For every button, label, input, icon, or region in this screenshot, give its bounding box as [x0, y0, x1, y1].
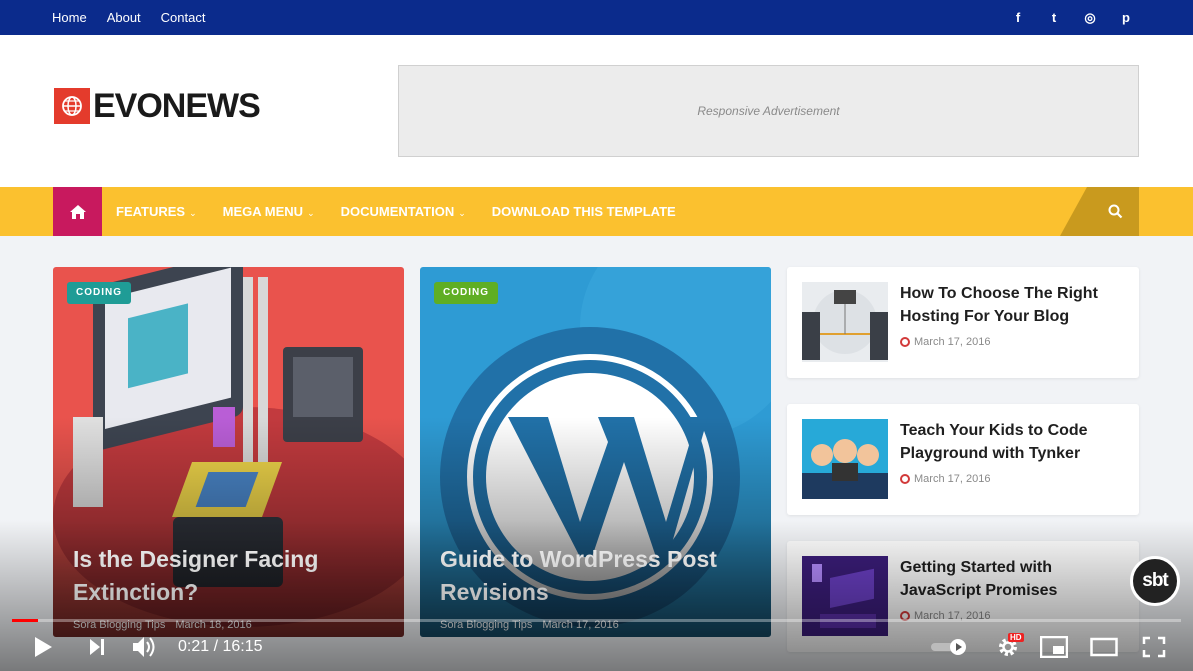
channel-badge-text: sbt [1142, 570, 1168, 591]
chevron-down-icon: ⌄ [189, 207, 197, 218]
nav-item-label: MEGA MENU [222, 203, 304, 219]
nav-item-label: DOWNLOAD THIS TEMPLATE [491, 203, 676, 219]
play-icon [35, 637, 52, 657]
category-tag[interactable]: CODING [67, 282, 131, 304]
pinterest-icon[interactable]: p [1119, 10, 1133, 25]
autoplay-toggle-icon [931, 639, 966, 655]
advertisement-slot[interactable]: Responsive Advertisement [398, 65, 1139, 157]
instagram-icon[interactable]: ◎ [1083, 10, 1097, 26]
ad-label: Responsive Advertisement [697, 104, 840, 118]
post-thumbnail [802, 419, 888, 499]
nav-item-label: DOCUMENTATION [340, 203, 455, 219]
main-nav: FEATURES ⌄ MEGA MENU ⌄ DOCUMENTATION ⌄ DOWN… [0, 187, 1193, 236]
post-title[interactable]: Is the Designer Facing Extinction? [73, 543, 393, 609]
side-post-title[interactable]: Teach Your Kids to Code Playground with … [900, 419, 1130, 465]
post-thumbnail [802, 282, 888, 362]
home-icon [69, 204, 86, 219]
search-icon [1108, 204, 1123, 219]
nav-item-download[interactable]: DOWNLOAD THIS TEMPLATE [492, 203, 676, 221]
site-header: EVONEWS Responsive Advertisement [0, 35, 1193, 187]
fullscreen-button[interactable] [1136, 627, 1172, 667]
top-link-home[interactable]: Home [52, 10, 87, 25]
play-button[interactable] [26, 627, 60, 667]
channel-watermark: sbt [1130, 556, 1180, 606]
progress-played [12, 619, 38, 622]
clock-icon [900, 337, 910, 347]
date-text: March 17, 2016 [914, 336, 991, 348]
top-link-contact[interactable]: Contact [161, 10, 206, 25]
next-button[interactable] [80, 627, 114, 667]
nav-item-label: FEATURES [116, 203, 186, 219]
theater-mode-button[interactable] [1086, 627, 1122, 667]
chevron-down-icon: ⌄ [458, 207, 466, 218]
side-post-date: March 17, 2016 [900, 473, 990, 485]
nav-item-documentation[interactable]: DOCUMENTATION ⌄ [341, 203, 466, 221]
site-logo[interactable]: EVONEWS [54, 87, 261, 125]
settings-button[interactable]: HD [988, 627, 1028, 667]
featured-post-card[interactable]: CODING Is the Designer Facing Extinction… [53, 267, 404, 637]
social-links: f t ◎ p [1011, 0, 1133, 35]
twitter-icon[interactable]: t [1047, 10, 1061, 25]
chevron-down-icon: ⌄ [307, 207, 315, 218]
fullscreen-icon [1142, 636, 1166, 658]
video-frame: Home About Contact f t ◎ p EVONEWS Respo… [0, 0, 1193, 671]
clock-icon [900, 474, 910, 484]
globe-icon [54, 88, 90, 124]
date-text: March 17, 2016 [914, 473, 991, 485]
post-title[interactable]: Guide to WordPress Post Revisions [440, 543, 760, 609]
home-button[interactable] [53, 187, 102, 236]
top-link-about[interactable]: About [107, 10, 141, 25]
hd-badge: HD [1008, 633, 1024, 642]
miniplayer-button[interactable] [1036, 627, 1072, 667]
progress-bar[interactable] [12, 619, 1181, 622]
nav-items: FEATURES ⌄ MEGA MENU ⌄ DOCUMENTATION ⌄ DOWN… [116, 187, 676, 236]
search-button[interactable] [1060, 187, 1139, 236]
volume-button[interactable] [128, 627, 162, 667]
nav-item-features[interactable]: FEATURES ⌄ [116, 203, 197, 221]
volume-icon [133, 637, 155, 657]
autoplay-toggle[interactable] [928, 627, 970, 667]
post-thumbnail [802, 556, 888, 636]
miniplayer-icon [1040, 636, 1068, 658]
side-post-item[interactable]: How To Choose The Right Hosting For Your… [787, 267, 1139, 378]
featured-post-card[interactable]: CODING Guide to WordPress Post Revisions… [420, 267, 771, 637]
skip-next-icon [90, 639, 104, 655]
category-tag[interactable]: CODING [434, 282, 498, 304]
theater-mode-icon [1090, 637, 1118, 657]
side-post-title[interactable]: Getting Started with JavaScript Promises [900, 556, 1130, 602]
nav-item-mega-menu[interactable]: MEGA MENU ⌄ [223, 203, 315, 221]
top-links: Home About Contact [52, 0, 205, 35]
side-post-date: March 17, 2016 [900, 336, 990, 348]
side-post-title[interactable]: How To Choose The Right Hosting For Your… [900, 282, 1130, 328]
logo-text: EVONEWS [93, 87, 261, 125]
top-bar: Home About Contact f t ◎ p [0, 0, 1193, 35]
time-display: 0:21 / 16:15 [178, 638, 263, 655]
facebook-icon[interactable]: f [1011, 10, 1025, 25]
side-post-item[interactable]: Teach Your Kids to Code Playground with … [787, 404, 1139, 515]
player-controls: 0:21 / 16:15 HD [0, 627, 1193, 667]
